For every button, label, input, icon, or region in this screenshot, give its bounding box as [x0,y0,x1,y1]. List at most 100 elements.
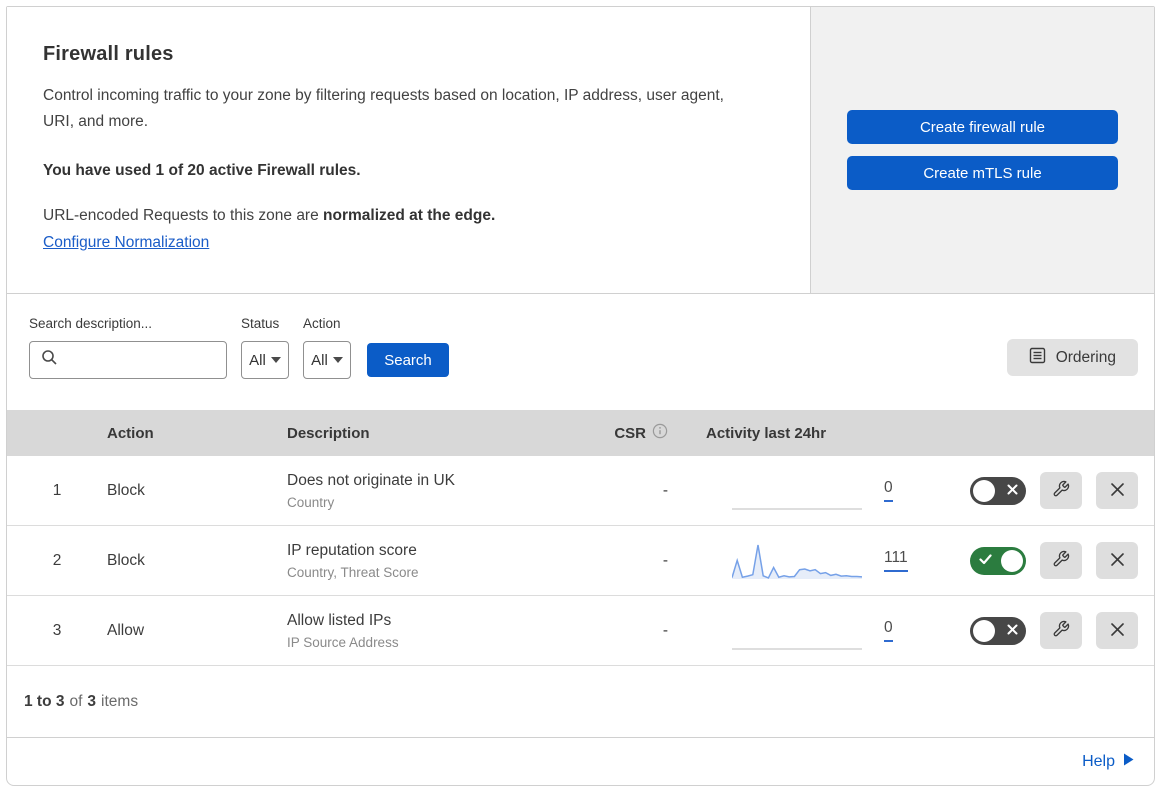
rule-description: Allow listed IPs IP Source Address [287,612,572,650]
activity-sparkline [732,609,862,653]
normalization-note: URL-encoded Requests to this zone are no… [43,207,770,225]
x-mark-icon [1007,482,1018,500]
toggle-knob [1001,549,1023,572]
delete-rule-button[interactable] [1096,472,1138,509]
chevron-down-icon [270,357,281,363]
wrench-icon [1052,550,1070,571]
rule-fields: Country [287,494,335,510]
info-icon[interactable] [652,423,668,443]
search-label: Search description... [29,316,153,331]
normalization-bold-text: normalized at the edge. [323,207,496,224]
rule-controls [917,472,1152,509]
delete-rule-button[interactable] [1096,612,1138,649]
items-of-text: of [69,692,83,710]
column-header-description: Description [287,424,370,442]
x-mark-icon [1007,622,1018,640]
rule-csr: - [662,551,668,569]
status-dropdown[interactable]: All [241,341,289,379]
table-row: 1 Block Does not originate in UK Country… [7,456,1154,526]
help-bar: Help [7,738,1154,785]
actions-panel: Create firewall rule Create mTLS rule [811,7,1154,293]
rule-enabled-toggle[interactable] [970,546,1026,575]
ordering-button-label: Ordering [1055,348,1116,366]
check-icon [979,552,992,570]
toggle-knob [973,479,995,502]
status-filter-group: Status All [241,316,289,379]
page-title: Firewall rules [43,43,174,65]
rule-action: Block [107,551,145,569]
wrench-icon [1052,480,1070,501]
activity-count-link[interactable]: 0 [884,619,893,642]
rule-title: IP reputation score [287,541,417,559]
rule-activity: 0 [672,469,917,513]
ordering-button[interactable]: Ordering [1006,339,1138,376]
delete-rule-button[interactable] [1096,542,1138,579]
table-header-row: Action Description CSR Activity last 24h… [7,410,1154,456]
rule-action: Allow [107,621,145,639]
activity-sparkline [731,539,863,583]
close-icon [1110,552,1125,570]
rule-priority: 3 [52,621,62,639]
table-row: 2 Block IP reputation score Country, Thr… [7,526,1154,596]
close-icon [1110,482,1125,500]
page-description: Control incoming traffic to your zone by… [43,87,724,130]
usage-note: You have used 1 of 20 active Firewall ru… [43,162,361,179]
help-link[interactable]: Help [1082,753,1134,771]
search-input[interactable] [29,341,227,379]
rule-activity: 0 [672,609,917,653]
ordering-list-icon [1029,347,1046,369]
intro-panel: Firewall rules Control incoming traffic … [7,7,811,293]
create-mtls-rule-button[interactable]: Create mTLS rule [847,156,1118,190]
configure-normalization-link[interactable]: Configure Normalization [43,234,209,251]
status-dropdown-value: All [249,351,266,369]
search-button[interactable]: Search [367,343,449,377]
action-dropdown-value: All [311,351,328,369]
rule-description: Does not originate in UK Country [287,472,572,510]
rule-fields: IP Source Address [287,634,399,650]
rule-enabled-toggle[interactable] [970,476,1026,505]
triangle-right-icon [1123,753,1134,771]
search-icon [41,349,58,371]
status-label: Status [241,316,280,331]
activity-sparkline [732,469,862,513]
wrench-icon [1052,620,1070,641]
rule-action: Block [107,481,145,499]
close-icon [1110,622,1125,640]
action-filter-group: Action All [303,316,351,379]
items-label: items [101,692,139,710]
firewall-rules-card: Firewall rules Control incoming traffic … [6,6,1155,786]
help-link-label: Help [1082,752,1115,770]
create-firewall-rule-button[interactable]: Create firewall rule [847,110,1118,144]
column-header-action: Action [107,424,154,442]
filter-bar: Search description... Status All Action … [7,294,1154,410]
top-section: Firewall rules Control incoming traffic … [7,7,1154,294]
csr-header-label: CSR [614,424,646,442]
normalization-text: URL-encoded Requests to this zone are [43,207,324,224]
rule-csr: - [662,621,668,639]
items-range: 1 to 3 [24,692,65,710]
edit-rule-button[interactable] [1040,612,1082,649]
rule-activity: 111 [672,539,917,583]
rule-priority: 1 [52,481,62,499]
rule-controls [917,612,1152,649]
column-header-activity: Activity last 24hr [706,424,827,442]
rule-title: Does not originate in UK [287,471,456,489]
rule-title: Allow listed IPs [287,611,392,629]
action-dropdown[interactable]: All [303,341,351,379]
activity-count-link[interactable]: 111 [884,549,908,572]
rules-table: Action Description CSR Activity last 24h… [7,410,1154,666]
rule-fields: Country, Threat Score [287,564,419,580]
rule-priority: 2 [52,551,62,569]
search-group: Search description... [29,316,227,379]
toggle-knob [973,619,995,642]
action-label: Action [303,316,341,331]
activity-count-link[interactable]: 0 [884,479,893,502]
table-row: 3 Allow Allow listed IPs IP Source Addre… [7,596,1154,666]
rule-enabled-toggle[interactable] [970,616,1026,645]
chevron-down-icon [332,357,343,363]
edit-rule-button[interactable] [1040,542,1082,579]
items-total: 3 [87,692,97,710]
rule-controls [917,542,1152,579]
rule-description: IP reputation score Country, Threat Scor… [287,542,572,580]
edit-rule-button[interactable] [1040,472,1082,509]
